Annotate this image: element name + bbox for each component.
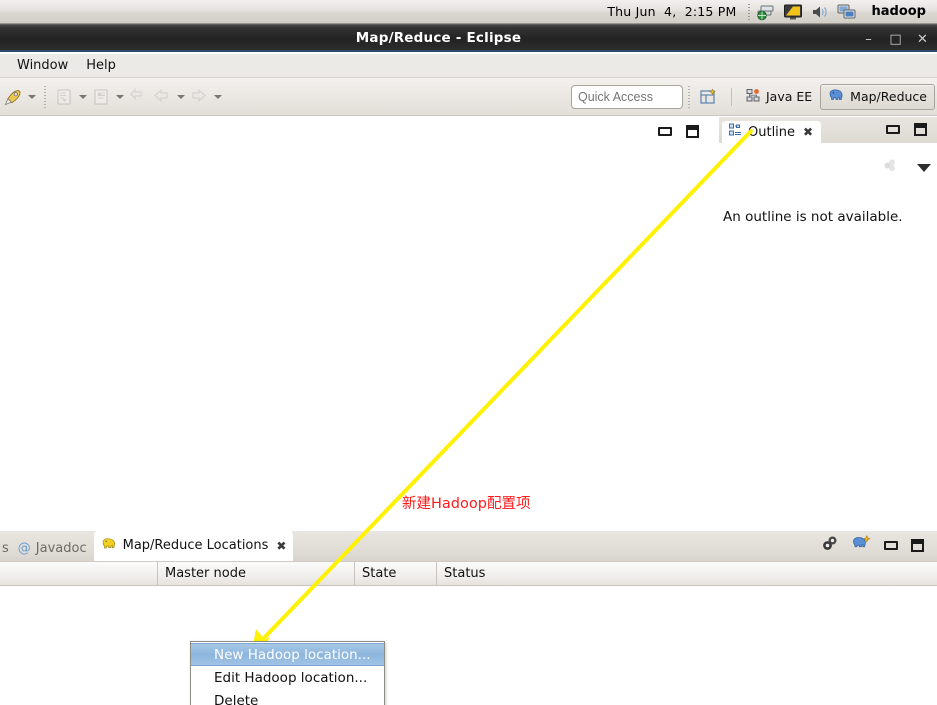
open-perspective-icon[interactable] (697, 86, 719, 108)
perspective-map-reduce-label: Map/Reduce (850, 89, 927, 104)
screen: Thu Jun 4, 2:15 PM hadoop Map/Reduce - E… (0, 0, 937, 705)
view-menu-icon[interactable] (917, 164, 931, 172)
new-hadoop-location-icon[interactable] (852, 535, 871, 556)
outline-maximize-icon[interactable] (914, 123, 927, 136)
cogs-icon[interactable] (821, 535, 839, 556)
context-menu: New Hadoop location... Edit Hadoop locat… (190, 641, 385, 705)
remote-desktop-icon[interactable] (837, 3, 857, 21)
menu-item-delete-label: Delete (214, 692, 259, 705)
back-icon (151, 86, 173, 108)
toolbar-left-group (0, 85, 223, 108)
elephant-icon (101, 537, 118, 555)
outline-toolbar (881, 157, 931, 179)
save-icon (53, 86, 75, 108)
bottom-tabrow: s @ Javadoc Map/Reduce Locations ✖ (0, 530, 937, 562)
perspective-divider (730, 87, 732, 106)
menu-item-new-hadoop-location-label: New Hadoop location... (214, 646, 371, 663)
window-controls: – □ ✕ (862, 25, 929, 53)
tab-map-reduce-locations-label: Map/Reduce Locations (122, 538, 269, 553)
editor-maximize-icon[interactable] (686, 124, 699, 138)
bottom-minimize-icon[interactable] (884, 541, 898, 550)
desktop-top-panel: Thu Jun 4, 2:15 PM hadoop (0, 0, 937, 24)
quick-access-input[interactable] (570, 84, 683, 109)
tab-outline[interactable]: Outline ✖ (722, 121, 822, 143)
locations-table-body[interactable] (0, 586, 937, 705)
bottom-maximize-icon[interactable] (911, 539, 924, 552)
tab-partial[interactable]: s (0, 535, 11, 561)
tab-javadoc-label: Javadoc (35, 540, 87, 556)
bottom-view-stack: s @ Javadoc Map/Reduce Locations ✖ Maste… (0, 530, 937, 705)
outline-minimize-icon[interactable] (886, 125, 900, 134)
menu-item-edit-hadoop-location-label: Edit Hadoop location... (214, 669, 368, 686)
menu-window[interactable]: Window (8, 56, 77, 75)
perspective-java-ee-label: Java EE (765, 89, 813, 104)
locations-table-header: Master node State Status (0, 561, 937, 586)
column-header-state[interactable]: State (355, 561, 437, 586)
javadoc-icon: @ (17, 540, 31, 556)
back-dropdown-caret[interactable] (175, 86, 186, 108)
forward-icon (188, 86, 210, 108)
run-icon[interactable] (2, 86, 24, 108)
tab-javadoc[interactable]: @ Javadoc (11, 535, 94, 561)
toolbar-separator-1 (44, 85, 46, 108)
editor-area (0, 117, 718, 530)
window-close-button[interactable]: ✕ (916, 33, 929, 46)
forward-dropdown-caret[interactable] (212, 86, 223, 108)
new-wizard-icon (127, 86, 149, 108)
window-title: Map/Reduce - Eclipse (355, 29, 522, 46)
tab-partial-label: s (2, 540, 9, 556)
save-dropdown-caret[interactable] (77, 86, 88, 108)
outline-view-controls (886, 123, 927, 136)
system-tray (756, 3, 857, 21)
tray-separator (748, 3, 751, 20)
close-icon[interactable]: ✖ (276, 539, 286, 553)
toolbar-right-group: Java EE Map/Reduce (570, 83, 937, 110)
perspective-java-ee[interactable]: Java EE (738, 84, 820, 110)
menubar: Window Help (0, 54, 937, 78)
desktop-username[interactable]: hadoop (871, 4, 926, 19)
export-dropdown-caret[interactable] (114, 86, 125, 108)
tab-outline-label: Outline (748, 124, 796, 140)
outline-sort-icon[interactable] (881, 157, 899, 179)
column-header-blank[interactable] (0, 561, 158, 586)
export-icon (90, 86, 112, 108)
menu-help[interactable]: Help (77, 56, 125, 75)
run-dropdown-caret[interactable] (26, 86, 37, 108)
window-minimize-button[interactable]: – (862, 33, 875, 46)
outline-view: Outline ✖ An outline is not available. (719, 117, 937, 530)
menu-item-delete[interactable]: Delete (191, 689, 384, 705)
outline-tabrow: Outline ✖ (719, 117, 937, 143)
outline-icon (729, 123, 743, 141)
column-header-status[interactable]: Status (437, 562, 937, 586)
column-header-master-node[interactable]: Master node (158, 561, 355, 586)
tab-map-reduce-locations[interactable]: Map/Reduce Locations ✖ (93, 530, 294, 561)
window-titlebar: Map/Reduce - Eclipse – □ ✕ (0, 24, 937, 52)
bottom-view-controls (821, 535, 937, 561)
editor-minimize-icon[interactable] (658, 126, 672, 136)
outline-message: An outline is not available. (723, 209, 903, 225)
elephant-icon (828, 88, 845, 106)
menu-item-new-hadoop-location[interactable]: New Hadoop location... (191, 643, 384, 666)
annotation-label: 新建Hadoop配置项 (402, 496, 531, 512)
volume-icon[interactable] (810, 3, 830, 21)
java-ee-icon (746, 88, 761, 106)
display-icon[interactable] (783, 3, 803, 21)
perspective-map-reduce[interactable]: Map/Reduce (820, 83, 935, 110)
menu-item-edit-hadoop-location[interactable]: Edit Hadoop location... (191, 666, 384, 689)
main-toolbar: Java EE Map/Reduce (0, 78, 937, 116)
outline-body: An outline is not available. (719, 143, 937, 530)
desktop-clock[interactable]: Thu Jun 4, 2:15 PM (607, 4, 736, 19)
network-icon[interactable] (756, 3, 776, 21)
window-maximize-button[interactable]: □ (889, 33, 902, 46)
toolbar-separator-2 (687, 85, 690, 108)
close-icon[interactable]: ✖ (803, 125, 813, 139)
editor-controls (0, 117, 717, 145)
